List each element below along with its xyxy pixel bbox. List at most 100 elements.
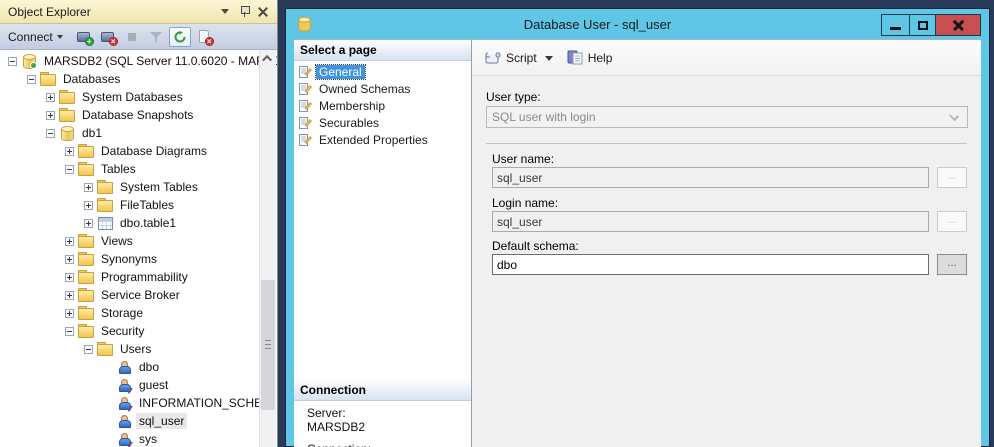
window-position-menu-button[interactable] (217, 4, 233, 20)
tree-expander[interactable] (27, 75, 36, 84)
tree-item-system-databases[interactable]: System Databases (0, 88, 277, 106)
tree-item-service-broker[interactable]: Service Broker (0, 286, 277, 304)
tree-expander[interactable] (65, 237, 74, 246)
tree-item-information-schem[interactable]: INFORMATION_SCHEM (0, 394, 277, 412)
server-value: MARSDB2 (307, 420, 365, 434)
tree-item-label: Synonyms (98, 251, 160, 267)
default-schema-browse-button[interactable]: ... (937, 254, 967, 275)
auto-hide-pin-button[interactable] (236, 4, 252, 20)
filter-icon (150, 31, 162, 43)
tree-item-users[interactable]: Users (0, 340, 277, 358)
connect-server-button[interactable]: + (73, 27, 95, 47)
dialog-titlebar[interactable]: Database User - sql_user (294, 9, 981, 39)
tree-expander[interactable] (46, 111, 55, 120)
object-explorer-titlebar: Object Explorer (0, 0, 277, 24)
tree-item-icon (97, 198, 112, 212)
tree-expander[interactable] (84, 183, 93, 192)
tree-expander[interactable] (46, 93, 55, 102)
tree-item-views[interactable]: Views (0, 232, 277, 250)
page-item-label: Owned Schemas (316, 82, 413, 96)
tree-item-tables[interactable]: Tables (0, 160, 277, 178)
tree-item-filetables[interactable]: FileTables (0, 196, 277, 214)
dialog-toolbar: Script Help (472, 40, 981, 76)
script-dropdown-icon[interactable] (545, 56, 553, 61)
help-button[interactable]: Help (567, 50, 613, 65)
script-error-button[interactable]: × (193, 27, 215, 47)
tree-item-icon (97, 216, 112, 230)
refresh-button[interactable] (169, 27, 191, 47)
default-schema-input[interactable] (492, 254, 929, 275)
tree-expander[interactable] (65, 291, 74, 300)
connection-header: Connection (294, 380, 471, 401)
properties-page-icon (298, 116, 312, 130)
tree-item-sys[interactable]: sys (0, 430, 277, 447)
tree-expander[interactable] (65, 147, 74, 156)
tree-item-synonyms[interactable]: Synonyms (0, 250, 277, 268)
tree-expander[interactable] (65, 255, 74, 264)
tree-expander[interactable] (65, 309, 74, 318)
tree-item-security[interactable]: Security (0, 322, 277, 340)
tree-expander[interactable] (65, 327, 74, 336)
connect-dropdown-icon[interactable] (57, 35, 63, 39)
tree-item-icon (78, 324, 93, 338)
connect-button[interactable]: Connect (8, 30, 53, 44)
page-item-membership[interactable]: Membership (294, 97, 471, 114)
tree-expander[interactable] (84, 219, 93, 228)
tree-expander[interactable] (8, 57, 17, 66)
scroll-up-button[interactable] (260, 50, 276, 67)
tree-expander[interactable] (65, 273, 74, 282)
tree-item-label: guest (136, 377, 171, 393)
disconnect-server-button[interactable]: × (97, 27, 119, 47)
tree-expander[interactable] (84, 201, 93, 210)
section-separator (486, 143, 967, 144)
tree-scrollbar[interactable] (259, 50, 276, 447)
close-x-icon (952, 19, 964, 31)
page-item-extended-properties[interactable]: Extended Properties (294, 131, 471, 148)
tree-item-databases[interactable]: Databases (0, 70, 277, 88)
page-item-securables[interactable]: Securables (294, 114, 471, 131)
tree-item-dbo[interactable]: dbo (0, 358, 277, 376)
tree-item-icon (78, 234, 93, 248)
tree-expander[interactable] (84, 345, 93, 354)
select-a-page-panel: Select a page General Owned Schemas (294, 40, 472, 447)
maximize-icon (918, 21, 928, 30)
tree-expander[interactable] (65, 165, 74, 174)
tree-item-programmability[interactable]: Programmability (0, 268, 277, 286)
help-button-label: Help (588, 51, 613, 65)
tree-item-label: MARSDB2 (SQL Server 11.0.6020 - MARSD (41, 53, 277, 69)
tree-item-sql-user[interactable]: sql_user (0, 412, 277, 430)
page-item-general[interactable]: General (294, 63, 471, 80)
scrollbar-grip-icon (265, 340, 271, 349)
tree-item-database-diagrams[interactable]: Database Diagrams (0, 142, 277, 160)
filter-button[interactable] (145, 27, 167, 47)
tree-item-database-snapshots[interactable]: Database Snapshots (0, 106, 277, 124)
tree-item-label: Security (98, 323, 147, 339)
tree-item-icon (59, 90, 74, 104)
stop-button[interactable] (121, 27, 143, 47)
tree-item-dbo-table1[interactable]: dbo.table1 (0, 214, 277, 232)
tree-item-label: Database Snapshots (79, 107, 196, 123)
close-button[interactable] (935, 14, 981, 36)
page-item-label: General (316, 65, 365, 79)
script-button[interactable]: Script (484, 51, 553, 65)
tree-item-icon (78, 288, 93, 302)
user-type-combobox[interactable]: SQL user with login (486, 106, 968, 128)
tree-item-label: Views (98, 233, 136, 249)
tree-expander[interactable] (46, 129, 55, 138)
tree-item-label: Programmability (98, 269, 191, 285)
tree-item-storage[interactable]: Storage (0, 304, 277, 322)
tree-item-icon (78, 144, 93, 158)
default-schema-label: Default schema: (492, 239, 579, 253)
scrollbar-thumb[interactable] (261, 280, 275, 410)
tree-item-marsdb2-sql-server-11-0-6020-marsd[interactable]: MARSDB2 (SQL Server 11.0.6020 - MARSD (0, 52, 277, 70)
tree-item-label: FileTables (117, 197, 177, 213)
general-page-pane: Script Help User type: SQL user with (472, 40, 981, 447)
minimize-button[interactable] (881, 14, 910, 36)
tree-item-db1[interactable]: db1 (0, 124, 277, 142)
maximize-button[interactable] (909, 14, 936, 36)
dialog-title: Database User - sql_user (313, 17, 882, 32)
panel-close-button[interactable] (255, 4, 271, 20)
page-item-owned-schemas[interactable]: Owned Schemas (294, 80, 471, 97)
tree-item-system-tables[interactable]: System Tables (0, 178, 277, 196)
tree-item-guest[interactable]: guest (0, 376, 277, 394)
